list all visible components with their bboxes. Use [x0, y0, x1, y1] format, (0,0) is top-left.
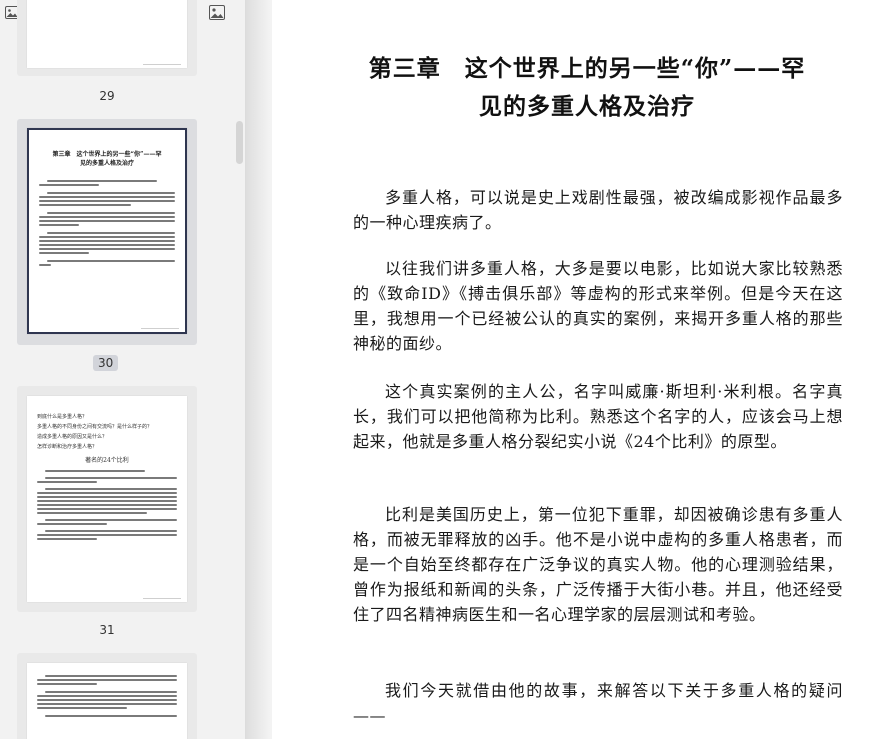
page-preview	[27, 0, 187, 68]
document-page: 第三章 这个世界上的另一些“你”——罕 见的多重人格及治疗 多重人格，可以说是史…	[272, 0, 882, 739]
thumbnail-page-32[interactable]	[17, 653, 197, 739]
preview-title-line1: 第三章 这个世界上的另一些“你”——罕	[52, 151, 162, 158]
preview-title-line2: 见的多重人格及治疗	[79, 160, 134, 167]
chapter-title-line1: 第三章 这个世界上的另一些“你”——罕	[368, 55, 806, 82]
preview-question: 多重人格的不同身份之间有交流吗？是什么样子的？	[37, 424, 153, 430]
thumbnail-page-30[interactable]: 第三章 这个世界上的另一些“你”——罕 见的多重人格及治疗	[17, 119, 197, 345]
thumbnail-page-29[interactable]	[17, 0, 197, 76]
preview-question: 造成多重人格的原因又是什么？	[37, 434, 108, 440]
body-paragraph: 比利是美国历史上，第一位犯下重罪，却因被确诊患有多重人格，而被无罪释放的凶手。他…	[353, 505, 843, 624]
preview-question: 怎样诊断和治疗多重人格？	[37, 444, 98, 450]
document-gutter	[246, 0, 270, 739]
preview-heading: 著名的24个比利	[85, 457, 129, 464]
preview-question: 到底什么是多重人格？	[37, 414, 88, 420]
thumbnail-page-31[interactable]: 到底什么是多重人格？ 多重人格的不同身份之间有交流吗？是什么样子的？ 造成多重人…	[17, 386, 197, 612]
preview-text-block	[39, 180, 175, 266]
body-paragraph: 多重人格，可以说是史上戏剧性最强，被改编成影视作品最多的一种心理疾病了。	[353, 188, 843, 232]
page-number-label: 29	[99, 89, 115, 103]
page-number-label-selected: 30	[93, 355, 119, 371]
preview-text-block	[37, 470, 177, 540]
body-paragraph: 以往我们讲多重人格，大多是要以电影，比如说大家比较熟悉的《致命ID》《搏击俱乐部…	[353, 259, 843, 353]
image-large-icon[interactable]	[209, 5, 225, 20]
body-paragraph: 这个真实案例的主人公，名字叫威廉·斯坦利·米利根。名字真长，我们可以把他简称为比…	[353, 382, 843, 451]
thumbnail-sidebar: 29 第三章 这个世界上的另一些“你”——罕 见的多重人格及治疗 30 到底什么…	[0, 0, 246, 739]
page-preview	[27, 663, 187, 739]
sidebar-scrollbar[interactable]	[236, 121, 243, 164]
body-paragraph: 我们今天就借由他的故事，来解答以下关于多重人格的疑问——	[353, 681, 843, 725]
page-preview: 第三章 这个世界上的另一些“你”——罕 见的多重人格及治疗	[27, 128, 187, 334]
page-number-label: 31	[99, 623, 115, 637]
chapter-title-line2: 见的多重人格及治疗	[479, 93, 695, 120]
chapter-title: 第三章 这个世界上的另一些“你”——罕 见的多重人格及治疗	[342, 50, 832, 126]
page-preview: 到底什么是多重人格？ 多重人格的不同身份之间有交流吗？是什么样子的？ 造成多重人…	[27, 396, 187, 602]
